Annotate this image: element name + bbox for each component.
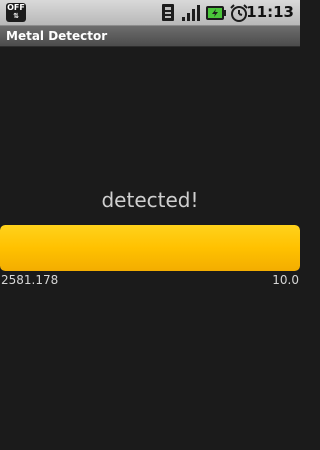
meter-fill (0, 225, 300, 271)
reading-value: 2581.178 (1, 273, 59, 287)
signal-icon (182, 5, 200, 21)
app-title: Metal Detector (6, 29, 108, 43)
off-icon: OFF ⇅ (6, 3, 26, 22)
detector-meter (0, 225, 300, 271)
battery-icon (206, 6, 226, 20)
status-bar: OFF ⇅ 11:13 (0, 0, 300, 26)
max-value: 10.0 (272, 273, 299, 287)
sim-icon (162, 4, 174, 21)
detection-status: detected! (101, 188, 199, 212)
off-icon-label: OFF (7, 3, 25, 12)
title-bar: Metal Detector (0, 26, 300, 47)
off-icon-arrows: ⇅ (13, 12, 19, 20)
clock: 11:13 (246, 3, 294, 21)
